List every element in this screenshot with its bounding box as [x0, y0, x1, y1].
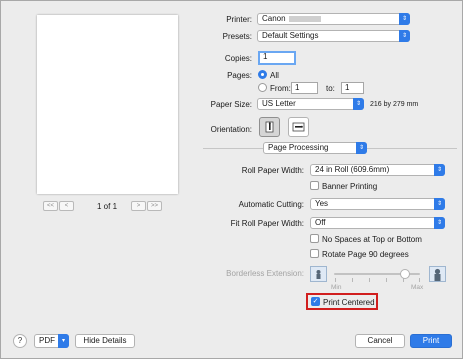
- pages-all-label: All: [270, 71, 279, 80]
- copies-field[interactable]: 1: [258, 51, 296, 65]
- next-page-icon: >: [136, 203, 141, 209]
- section-value: Page Processing: [268, 143, 329, 152]
- borderless-extension-label: Borderless Extension:: [226, 269, 304, 278]
- copies-label: Copies:: [224, 54, 252, 63]
- prev-page-icon: <: [64, 203, 69, 209]
- automatic-cutting-label: Automatic Cutting:: [238, 200, 304, 209]
- rotate-page-checkbox[interactable]: [310, 249, 319, 258]
- chevron-updown-icon: ⇕: [399, 30, 410, 42]
- first-page-icon: <<: [46, 203, 54, 209]
- help-icon: ?: [17, 336, 23, 345]
- printer-value: Canon: [262, 14, 286, 23]
- printer-label: Printer:: [226, 15, 252, 24]
- chevron-updown-icon: ⇕: [356, 142, 367, 154]
- slider-tick: [386, 278, 387, 282]
- portrait-icon: [265, 121, 274, 133]
- no-spaces-checkbox[interactable]: [310, 234, 319, 243]
- chevron-down-icon: ▾: [58, 334, 69, 348]
- chevron-updown-icon: ⇕: [434, 164, 445, 176]
- hide-details-button[interactable]: Hide Details: [75, 334, 135, 348]
- no-spaces-label: No Spaces at Top or Bottom: [322, 235, 422, 244]
- slider-tick: [419, 278, 420, 282]
- prev-page-button[interactable]: <: [59, 201, 74, 211]
- paper-size-value: US Letter: [262, 99, 296, 108]
- pdf-label: PDF: [39, 336, 55, 345]
- print-centered-checkbox[interactable]: ✓: [311, 297, 320, 306]
- pages-from-field[interactable]: 1: [291, 82, 318, 94]
- pages-to-label: to:: [326, 84, 335, 93]
- banner-printing-label: Banner Printing: [322, 182, 378, 191]
- roll-paper-width-label: Roll Paper Width:: [241, 166, 304, 175]
- pages-label: Pages:: [227, 71, 252, 80]
- printer-select[interactable]: Canon ⇕: [257, 13, 410, 25]
- landscape-icon: [292, 122, 305, 132]
- fit-roll-paper-width-value: Off: [315, 218, 326, 227]
- printer-model-redacted: [288, 15, 321, 22]
- borderless-min-icon: [310, 266, 327, 282]
- pages-all-radio[interactable]: [258, 70, 267, 79]
- automatic-cutting-select[interactable]: Yes ⇕: [310, 198, 445, 210]
- paper-dimensions: 216 by 279 mm: [370, 101, 419, 108]
- roll-paper-width-select[interactable]: 24 in Roll (609.6mm) ⇕: [310, 164, 445, 176]
- section-select[interactable]: Page Processing ⇕: [263, 142, 367, 154]
- paper-size-label: Paper Size:: [210, 100, 252, 109]
- pages-to-field[interactable]: 1: [341, 82, 364, 94]
- print-dialog: << < 1 of 1 > >> Printer: Canon ⇕ Preset…: [0, 0, 463, 359]
- portrait-orientation-button[interactable]: [259, 117, 280, 137]
- roll-paper-width-value: 24 in Roll (609.6mm): [315, 165, 390, 174]
- paper-size-select[interactable]: US Letter ⇕: [257, 98, 364, 110]
- print-centered-label: Print Centered: [323, 298, 375, 307]
- borderless-slider-knob[interactable]: [400, 269, 411, 279]
- slider-tick: [335, 278, 336, 282]
- page-preview: [37, 15, 178, 194]
- help-button[interactable]: ?: [13, 334, 27, 348]
- first-page-button[interactable]: <<: [43, 201, 58, 211]
- last-page-icon: >>: [150, 203, 158, 209]
- chevron-updown-icon: ⇕: [353, 98, 364, 110]
- next-page-button[interactable]: >: [131, 201, 146, 211]
- landscape-orientation-button[interactable]: [288, 117, 309, 137]
- presets-select[interactable]: Default Settings ⇕: [257, 30, 410, 42]
- slider-max-label: Max: [411, 284, 424, 291]
- pages-from-label: From:: [270, 84, 291, 93]
- chevron-updown-icon: ⇕: [434, 217, 445, 229]
- print-button[interactable]: Print: [410, 334, 452, 348]
- rotate-page-label: Rotate Page 90 degrees: [322, 250, 409, 259]
- slider-min-label: Min: [331, 284, 342, 291]
- last-page-button[interactable]: >>: [147, 201, 162, 211]
- orientation-label: Orientation:: [210, 125, 252, 134]
- slider-tick: [352, 278, 353, 282]
- banner-printing-checkbox[interactable]: [310, 181, 319, 190]
- borderless-max-icon: [429, 266, 446, 282]
- presets-label: Presets:: [222, 32, 252, 41]
- fit-roll-paper-width-select[interactable]: Off ⇕: [310, 217, 445, 229]
- pdf-menu-button[interactable]: PDF ▾: [34, 334, 69, 348]
- cancel-button[interactable]: Cancel: [355, 334, 405, 348]
- automatic-cutting-value: Yes: [315, 199, 329, 208]
- pages-range-radio[interactable]: [258, 83, 267, 92]
- chevron-updown-icon: ⇕: [399, 13, 410, 25]
- page-indicator: 1 of 1: [97, 202, 118, 211]
- slider-tick: [369, 278, 370, 282]
- chevron-updown-icon: ⇕: [434, 198, 445, 210]
- fit-roll-paper-width-label: Fit Roll Paper Width:: [230, 219, 304, 228]
- presets-value: Default Settings: [262, 31, 319, 40]
